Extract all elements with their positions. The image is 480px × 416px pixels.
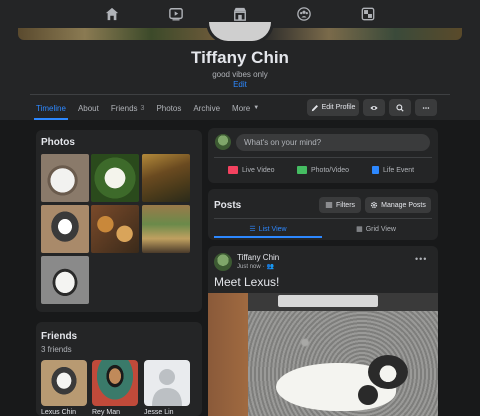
post-time[interactable]: Just now (237, 264, 261, 270)
more-options-button[interactable] (415, 99, 437, 116)
composer-divider (214, 157, 432, 158)
home-icon[interactable] (80, 0, 144, 28)
photo-thumbnail[interactable] (91, 154, 139, 202)
posts-title: Posts (214, 200, 242, 211)
friends-card-title[interactable]: Friends (41, 331, 77, 342)
photo-thumbnail[interactable] (41, 256, 89, 304)
friends-audience-icon[interactable]: 👥 (267, 263, 274, 270)
gaming-icon[interactable] (336, 0, 400, 28)
edit-profile-button[interactable]: Edit Profile (307, 99, 359, 116)
tab-label: Photos (156, 103, 182, 113)
tab-photos[interactable]: Photos (150, 96, 187, 120)
tab-more[interactable]: More ▼ (226, 96, 265, 120)
tab-label: Friends (110, 103, 138, 113)
life-event-icon (372, 166, 379, 174)
list-view-icon: ☰ (249, 226, 256, 233)
friend-item[interactable]: Lexus Chin (41, 360, 87, 416)
profile-name: Tiffany Chin (191, 48, 289, 67)
profile-picture[interactable] (206, 22, 274, 44)
photo-thumbnail[interactable] (142, 154, 190, 202)
active-tab-indicator (214, 236, 322, 238)
friend-item[interactable]: Rey Man (92, 360, 138, 416)
composer-input[interactable]: What's on your mind? (236, 134, 430, 151)
tab-label: More (232, 103, 251, 113)
photos-card-title[interactable]: Photos (41, 137, 75, 148)
eye-icon (370, 105, 378, 110)
tab-timeline[interactable]: Timeline (30, 96, 72, 120)
life-event-button[interactable]: Life Event (372, 162, 414, 178)
post-text: Meet Lexus! (214, 275, 280, 289)
search-profile-button[interactable] (389, 99, 411, 116)
photo-thumbnail[interactable] (41, 205, 89, 253)
profile-tabs: Timeline About Friends 3 Photos Archive M… (30, 96, 265, 120)
tab-friends[interactable]: Friends 3 (105, 96, 151, 120)
filters-icon (325, 202, 333, 208)
live-video-label: Live Video (242, 166, 275, 174)
photo-video-label: Photo/Video (311, 166, 350, 174)
live-video-button[interactable]: Live Video (228, 162, 275, 178)
friends-count: 3 (140, 104, 145, 112)
tab-label: Archive (193, 103, 221, 113)
separator-dot: · (262, 263, 265, 270)
tab-label: About (77, 103, 99, 113)
grid-view-icon: ▦ (356, 226, 363, 233)
tab-about[interactable]: About (72, 96, 105, 120)
friend-name[interactable]: Rey Man (92, 409, 138, 416)
photos-card: Photos (36, 130, 202, 312)
friend-name[interactable]: Jesse Lin (144, 409, 190, 416)
post-author-avatar[interactable] (214, 253, 232, 271)
tab-archive[interactable]: Archive (187, 96, 226, 120)
watch-icon[interactable] (144, 0, 208, 28)
life-event-label: Life Event (383, 166, 415, 174)
edit-bio-link[interactable]: Edit (0, 80, 480, 89)
more-dots-icon (422, 106, 430, 109)
photo-thumbnail[interactable] (41, 154, 89, 202)
default-avatar-icon[interactable] (144, 360, 190, 406)
post-image[interactable] (208, 293, 438, 416)
filters-label: Filters (335, 201, 356, 209)
friends-count-label: 3 friends (41, 345, 72, 354)
post-author-name[interactable]: Tiffany Chin (237, 253, 279, 262)
profile-header: Tiffany Chin good vibes only Edit Timeli… (0, 22, 480, 120)
gear-icon (371, 201, 378, 209)
photo-video-button[interactable]: Photo/Video (297, 162, 349, 178)
friend-name[interactable]: Lexus Chin (41, 409, 87, 416)
photo-thumbnail[interactable] (91, 205, 139, 253)
filters-button[interactable]: Filters (319, 197, 361, 213)
list-view-label: List View (258, 225, 287, 233)
caret-down-icon: ▼ (253, 105, 260, 111)
manage-posts-button[interactable]: Manage Posts (365, 197, 431, 213)
search-icon (396, 103, 404, 112)
tab-label: Timeline (36, 103, 66, 113)
photo-video-icon (297, 166, 307, 174)
view-as-button[interactable] (363, 99, 385, 116)
friend-avatar[interactable] (92, 360, 138, 406)
photo-thumbnail[interactable] (142, 205, 190, 253)
friend-avatar[interactable] (41, 360, 87, 406)
posts-divider (214, 218, 432, 219)
post-options-icon[interactable]: ••• (415, 254, 427, 264)
edit-profile-label: Edit Profile (321, 104, 356, 111)
header-divider (30, 94, 450, 95)
live-video-icon (228, 166, 238, 174)
grid-view-tab[interactable]: ▦ Grid View (322, 220, 430, 238)
friend-item[interactable]: Jesse Lin (144, 360, 190, 416)
composer-avatar[interactable] (215, 134, 231, 150)
grid-view-label: Grid View (365, 225, 396, 233)
groups-icon[interactable] (272, 0, 336, 28)
pencil-icon (311, 104, 318, 111)
profile-bio: good vibes only (212, 70, 268, 79)
manage-posts-label: Manage Posts (381, 201, 426, 209)
post-meta: Just now · 👥 (237, 263, 274, 271)
